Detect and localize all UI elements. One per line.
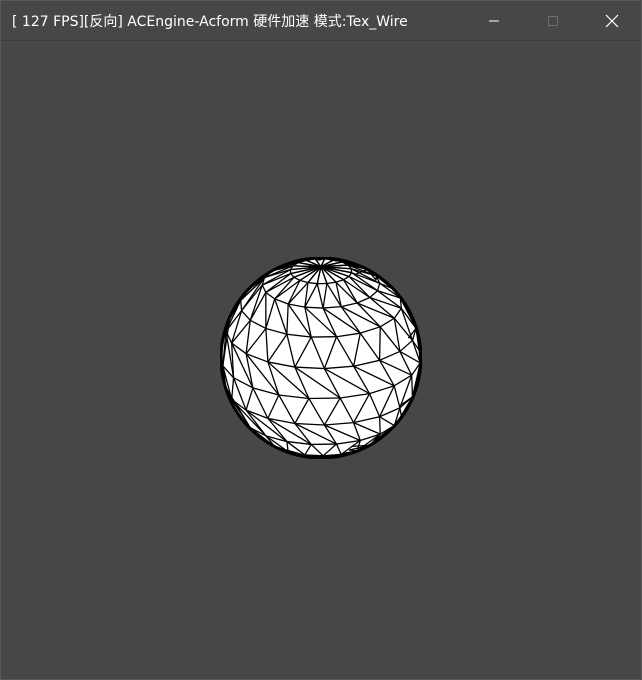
wire-edge xyxy=(411,375,414,397)
close-icon xyxy=(605,14,619,27)
render-viewport[interactable] xyxy=(1,41,641,679)
title-bar[interactable]: [ 127 FPS][反向] ACEngine-Acform 硬件加速 模式:T… xyxy=(1,1,641,41)
app-window: [ 127 FPS][反向] ACEngine-Acform 硬件加速 模式:T… xyxy=(0,0,642,680)
minimize-icon xyxy=(489,20,499,21)
wire-edge xyxy=(304,306,324,309)
maximize-button[interactable] xyxy=(530,1,576,40)
wire-edge xyxy=(240,300,243,311)
window-title: [ 127 FPS][反向] ACEngine-Acform 硬件加速 模式:T… xyxy=(12,14,408,30)
wire-edge xyxy=(378,416,381,435)
wire-edge xyxy=(378,326,381,361)
maximize-icon xyxy=(548,15,558,26)
wireframe-sphere xyxy=(220,257,422,459)
minimize-button[interactable] xyxy=(471,1,517,40)
close-button[interactable] xyxy=(589,1,635,40)
